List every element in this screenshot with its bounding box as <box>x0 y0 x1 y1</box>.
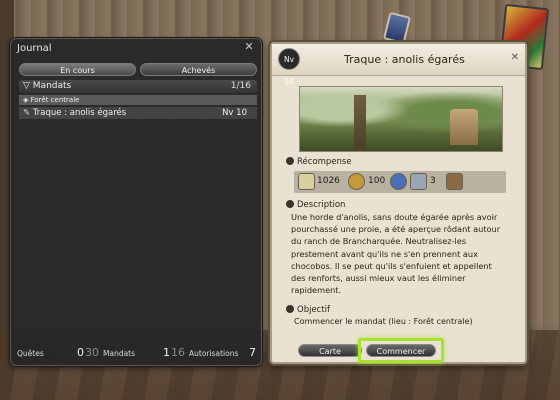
objective-heading-label: Objectif <box>297 305 331 315</box>
item-icon[interactable] <box>410 173 427 190</box>
category-count: 1/16 <box>230 81 251 91</box>
journal-tabs: En cours Achevés <box>19 63 257 76</box>
seal-icon[interactable] <box>390 173 407 190</box>
mandats-max: 16 <box>171 346 185 359</box>
item-quantity: 3 <box>430 176 436 186</box>
subcategory-label: Forêt centrale <box>30 96 80 104</box>
exp-icon[interactable] <box>298 173 315 190</box>
mandats-value: 1 <box>163 346 170 359</box>
chevron-down-icon: ▽ <box>23 81 30 91</box>
rewards-heading: Récompense <box>286 157 352 167</box>
gil-value: 100 <box>368 176 386 186</box>
region-icon: ◈ <box>23 96 29 104</box>
quetes-max: 30 <box>85 346 99 359</box>
category-label: Mandats <box>32 81 72 91</box>
quetes-label: Quêtes <box>17 349 44 358</box>
exp-value: 1026 <box>317 176 340 186</box>
entry-level: Nv 10 <box>222 108 247 118</box>
quill-icon: ✎ <box>23 108 31 118</box>
journal-window: Journal ✕ En cours Achevés ▽ Mandats 1/1… <box>10 38 262 366</box>
mandats-label: Mandats <box>103 349 136 358</box>
objective-text: Commencer le mandat (lieu : Forêt centra… <box>294 317 473 326</box>
tab-en-cours[interactable]: En cours <box>19 63 136 76</box>
rewards-heading-label: Récompense <box>297 157 352 167</box>
description-heading-label: Description <box>297 200 346 210</box>
quest-image <box>299 86 503 152</box>
objective-heading: Objectif <box>286 305 330 315</box>
list-item[interactable]: ✎ Traque : anolis égarés Nv 10 <box>19 107 257 119</box>
category-mandats[interactable]: ▽ Mandats 1/16 <box>19 80 257 93</box>
autorisations-value: 7 <box>249 346 256 359</box>
start-button[interactable]: Commencer <box>366 344 436 357</box>
journal-title: Journal <box>17 43 52 54</box>
description-heading: Description <box>286 200 345 210</box>
close-icon[interactable]: ✕ <box>511 52 519 63</box>
autorisations-label: Autorisations <box>189 349 239 358</box>
bullet-icon <box>286 157 294 165</box>
journal-footer: Quêtes 0 30 Mandats 1 16 Autorisations 7 <box>11 343 261 365</box>
rewards-bar: 1026 100 3 <box>294 171 506 193</box>
page-title: Traque : anolis égarés <box>344 53 465 66</box>
entry-label: Traque : anolis égarés <box>32 108 127 118</box>
map-button[interactable]: Carte <box>298 344 362 357</box>
tab-acheves[interactable]: Achevés <box>140 63 257 76</box>
bullet-icon <box>286 200 294 208</box>
bullet-icon <box>286 305 294 313</box>
quest-detail-window: Nv 10 Traque : anolis égarés ✕ Récompens… <box>270 42 527 364</box>
chest-icon[interactable] <box>446 173 463 190</box>
description-text: Une horde d'anolis, sans doute égarée ap… <box>291 212 501 296</box>
hut-shape <box>450 109 478 145</box>
gil-icon[interactable] <box>348 173 365 190</box>
tree-shape <box>354 95 366 151</box>
detail-header: Nv 10 Traque : anolis égarés ✕ <box>272 44 525 86</box>
quetes-value: 0 <box>77 346 84 359</box>
level-badge: Nv 10 <box>278 48 300 86</box>
close-icon[interactable]: ✕ <box>243 41 255 53</box>
subcategory-foret-centrale[interactable]: ◈ Forêt centrale <box>19 95 257 105</box>
